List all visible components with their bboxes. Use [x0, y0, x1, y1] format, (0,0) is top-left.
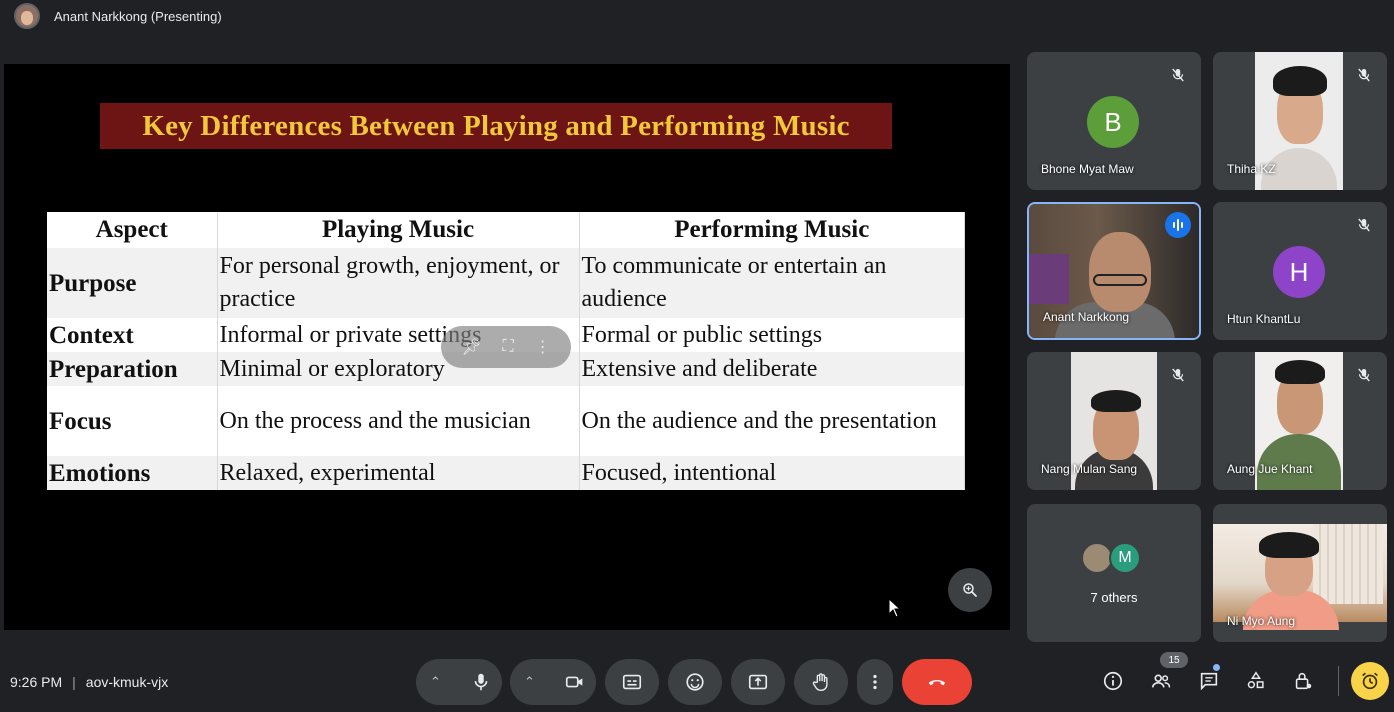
people-icon	[1151, 674, 1171, 688]
table-cell: For personal growth, enjoyment, or pract…	[217, 248, 580, 318]
people-button[interactable]	[1148, 668, 1174, 694]
leave-call-button[interactable]	[902, 659, 972, 705]
host-controls-button[interactable]	[1290, 668, 1316, 694]
presentation-hover-toolbar: 📌︎ ⛶ ⋮	[441, 326, 571, 368]
chat-notification-dot	[1213, 664, 1220, 671]
participant-name: Bhone Myat Maw	[1041, 162, 1134, 176]
participant-name: Nang Mulan Sang	[1041, 462, 1138, 476]
more-options-button[interactable]	[857, 659, 893, 705]
mic-off-icon	[1355, 366, 1373, 384]
more-options-icon[interactable]: ⋮	[535, 337, 551, 357]
table-cell: Focused, intentional	[579, 456, 965, 490]
timer-button[interactable]	[1351, 662, 1389, 700]
info-icon	[1103, 671, 1123, 691]
table-cell: Context	[47, 318, 218, 352]
meeting-time: 9:26 PM	[10, 674, 63, 690]
participant-name: Aung Jue Khant	[1227, 462, 1313, 476]
activities-icon	[1247, 671, 1264, 689]
meeting-code[interactable]: aov-kmuk-vjx	[86, 674, 168, 690]
participant-tile[interactable]: Thiha KZ	[1213, 52, 1387, 190]
participant-tile[interactable]: H Htun KhantLu	[1213, 202, 1387, 340]
table-cell: Purpose	[47, 248, 218, 318]
avatar: M	[1109, 542, 1141, 574]
fullscreen-icon[interactable]: ⛶	[503, 338, 514, 356]
zoom-icon	[963, 583, 977, 597]
emoji-icon	[686, 673, 704, 691]
present-screen-icon	[748, 674, 768, 690]
mic-off-icon	[1355, 216, 1373, 234]
table-row: Purpose For personal growth, enjoyment, …	[47, 248, 965, 318]
video-options-chevron-icon[interactable]: ⌃	[524, 674, 535, 690]
slide-title: Key Differences Between Playing and Perf…	[100, 103, 892, 149]
present-button[interactable]	[731, 659, 785, 705]
table-cell: Extensive and deliberate	[579, 352, 965, 386]
table-cell: To communicate or entertain an audience	[579, 248, 965, 318]
mic-off-icon	[1355, 66, 1373, 84]
table-row: Emotions Relaxed, experimental Focused, …	[47, 456, 965, 490]
reactions-button[interactable]	[668, 659, 722, 705]
participant-video	[1213, 524, 1387, 630]
table-cell: Preparation	[47, 352, 218, 386]
table-cell: On the process and the musician	[217, 386, 580, 456]
table-header: Performing Music	[579, 212, 965, 248]
top-bar: Anant Narkkong (Presenting)	[0, 0, 1394, 32]
participant-tile-active-speaker[interactable]: Anant Narkkong	[1027, 202, 1201, 340]
participant-name: Anant Narkkong	[1043, 310, 1130, 324]
table-header-row: Aspect Playing Music Performing Music	[47, 212, 965, 248]
camera-control[interactable]: ⌃	[510, 659, 596, 705]
participant-tile[interactable]: B Bhone Myat Maw	[1027, 52, 1201, 190]
presenter-avatar	[14, 3, 40, 29]
meeting-details-button[interactable]	[1100, 668, 1126, 694]
camera-icon	[565, 676, 583, 688]
avatar: B	[1087, 96, 1139, 148]
raise-hand-icon	[812, 673, 828, 691]
mic-off-icon	[1169, 366, 1187, 384]
mic-off-icon	[1169, 66, 1187, 84]
captions-icon	[622, 674, 642, 690]
table-cell: Emotions	[47, 456, 218, 490]
microphone-control[interactable]: ⌃	[416, 659, 502, 705]
captions-button[interactable]	[605, 659, 659, 705]
table-cell: On the audience and the presentation	[579, 386, 965, 456]
table-cell: Formal or public settings	[579, 318, 965, 352]
pin-icon[interactable]: 📌︎	[461, 337, 481, 357]
presenting-label: Anant Narkkong (Presenting)	[54, 8, 222, 24]
meeting-info: 9:26 PM | aov-kmuk-vjx	[10, 674, 168, 690]
presentation-stage: Key Differences Between Playing and Perf…	[4, 64, 1010, 630]
participant-tile[interactable]: Nang Mulan Sang	[1027, 352, 1201, 490]
table-header: Aspect	[47, 212, 218, 248]
participant-tile[interactable]: Aung Jue Khant	[1213, 352, 1387, 490]
table-row: Focus On the process and the musician On…	[47, 386, 965, 456]
table-header: Playing Music	[217, 212, 580, 248]
raise-hand-button[interactable]	[794, 659, 848, 705]
chat-button[interactable]	[1196, 668, 1222, 694]
others-count-label: 7 others	[1090, 590, 1138, 605]
participant-name: Thiha KZ	[1227, 162, 1276, 176]
slide-title-text: Key Differences Between Playing and Perf…	[142, 109, 850, 142]
others-tile[interactable]: M 7 others	[1027, 504, 1201, 642]
end-call-icon	[928, 680, 946, 686]
participant-name: Htun KhantLu	[1227, 312, 1301, 326]
participant-count-badge: 15	[1160, 652, 1188, 668]
toolbar-divider	[1338, 666, 1339, 696]
lock-person-icon	[1295, 672, 1312, 690]
participant-name: Ni Myo Aung	[1227, 614, 1296, 628]
more-vert-icon	[873, 674, 877, 690]
microphone-icon	[474, 673, 488, 691]
mouse-cursor-icon	[888, 598, 902, 618]
others-avatars: M	[1081, 542, 1141, 574]
table-cell: Focus	[47, 386, 218, 456]
zoom-button[interactable]	[948, 568, 992, 612]
avatar: H	[1273, 246, 1325, 298]
meeting-info-separator: |	[72, 674, 76, 690]
audio-options-chevron-icon[interactable]: ⌃	[430, 674, 441, 690]
activities-button[interactable]	[1243, 668, 1269, 694]
table-cell: Relaxed, experimental	[217, 456, 580, 490]
chat-icon	[1200, 672, 1218, 691]
participant-tile[interactable]: Ni Myo Aung	[1213, 504, 1387, 642]
speaking-indicator-icon	[1165, 212, 1191, 238]
alarm-clock-icon	[1362, 672, 1378, 690]
